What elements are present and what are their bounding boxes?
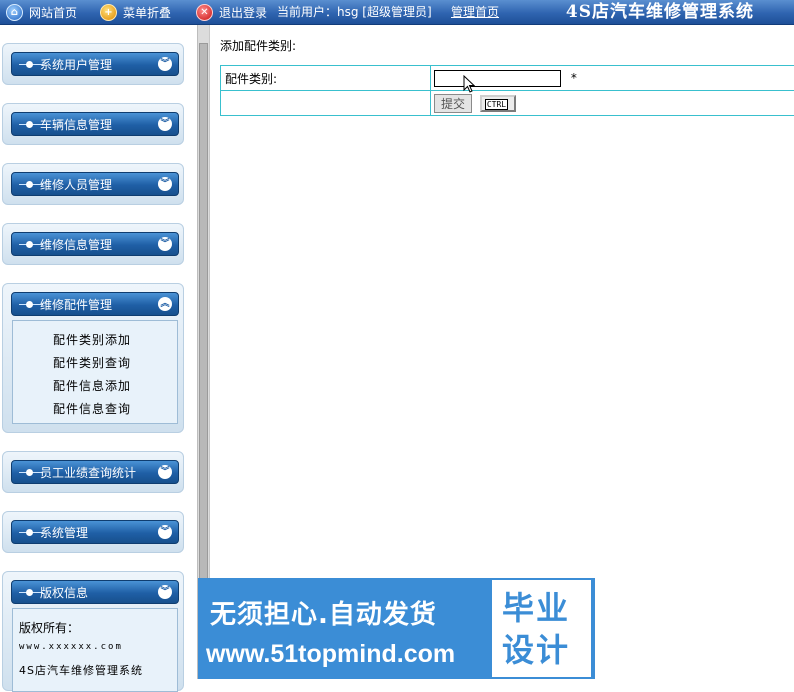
menu-item-add-part[interactable]: 配件信息添加 bbox=[53, 377, 131, 394]
top-bar: ⌂ 网站首页 + 菜单折叠 ✕ 退出登录 当前用户：hsg [超级管理员] 管理… bbox=[0, 0, 794, 25]
category-label: 配件类别: bbox=[221, 66, 431, 91]
copyright-url: www.xxxxxx.com bbox=[19, 642, 123, 652]
menu-group-copyright: 版权信息 ︾ 版权所有： www.xxxxxx.com 4S店汽车维修管理系统 bbox=[2, 571, 184, 691]
watermark-badge: 毕业 设计 bbox=[492, 580, 591, 677]
empty-cell bbox=[221, 91, 431, 116]
actions-cell: 提交 CTRL bbox=[431, 91, 794, 116]
menu-head-label: 员工业绩查询统计 bbox=[40, 465, 136, 481]
menu-head-vehicles[interactable]: 车辆信息管理 ︾ bbox=[11, 112, 179, 136]
page-title: 添加配件类别: bbox=[220, 37, 296, 54]
chevron-up-icon: ︽ bbox=[158, 297, 172, 311]
form-row-category: 配件类别: * bbox=[221, 66, 794, 91]
bullet-icon bbox=[26, 301, 33, 308]
form-row-actions: 提交 CTRL bbox=[221, 91, 794, 116]
bullet-icon bbox=[26, 241, 33, 248]
bullet-icon bbox=[26, 529, 33, 536]
watermark-banner: 无须担心.自动发货 www.51topmind.com 毕业 设计 bbox=[198, 578, 595, 679]
menu-head-repairs[interactable]: 维修信息管理 ︾ bbox=[11, 232, 179, 256]
bullet-icon bbox=[26, 61, 33, 68]
watermark-badge-line2: 设计 bbox=[502, 632, 570, 668]
required-mark: * bbox=[571, 71, 577, 85]
home-link-label: 网站首页 bbox=[29, 4, 77, 21]
copyright-label: 版权所有： bbox=[19, 619, 79, 636]
menu-item-query-category[interactable]: 配件类别查询 bbox=[53, 354, 131, 371]
category-input-cell: * bbox=[431, 66, 794, 91]
ctrl-key-icon: CTRL bbox=[485, 99, 508, 110]
home-link[interactable]: ⌂ 网站首页 bbox=[6, 3, 77, 21]
watermark-text-area: 无须担心.自动发货 www.51topmind.com bbox=[198, 578, 488, 679]
menu-body-parts: 配件类别添加 配件类别查询 配件信息添加 配件信息查询 bbox=[12, 320, 178, 424]
admin-home-link[interactable]: 管理首页 bbox=[451, 3, 499, 21]
bullet-icon bbox=[26, 589, 33, 596]
menu-head-label: 系统用户管理 bbox=[40, 57, 112, 73]
menu-head-staff[interactable]: 维修人员管理 ︾ bbox=[11, 172, 179, 196]
bullet-icon bbox=[26, 121, 33, 128]
chevron-down-icon: ︾ bbox=[158, 117, 172, 131]
menu-head-label: 系统管理 bbox=[40, 525, 88, 541]
menu-item-query-part[interactable]: 配件信息查询 bbox=[53, 400, 131, 417]
menu-head-label: 维修信息管理 bbox=[40, 237, 112, 253]
close-icon: ✕ bbox=[196, 4, 213, 21]
menu-head-parts[interactable]: 维修配件管理 ︽ bbox=[11, 292, 179, 316]
home-icon: ⌂ bbox=[6, 4, 23, 21]
menu-item-add-category[interactable]: 配件类别添加 bbox=[53, 331, 131, 348]
chevron-down-icon: ︾ bbox=[158, 525, 172, 539]
menu-head-performance[interactable]: 员工业绩查询统计 ︾ bbox=[11, 460, 179, 484]
sidebar: 系统用户管理 ︾ 车辆信息管理 ︾ 维修人员管理 ︾ 维修信息管理 ︾ 维修配件… bbox=[0, 25, 196, 679]
current-user: 当前用户：hsg [超级管理员] bbox=[277, 3, 432, 21]
submit-button[interactable]: 提交 bbox=[434, 94, 472, 113]
menu-group-repairs: 维修信息管理 ︾ bbox=[2, 223, 184, 265]
watermark-line1: 无须担心.自动发货 bbox=[210, 594, 437, 631]
menu-head-label: 车辆信息管理 bbox=[40, 117, 112, 133]
watermark-line2: www.51topmind.com bbox=[206, 640, 455, 669]
menu-group-performance: 员工业绩查询统计 ︾ bbox=[2, 451, 184, 493]
menu-group-staff: 维修人员管理 ︾ bbox=[2, 163, 184, 205]
menu-head-label: 版权信息 bbox=[40, 585, 88, 601]
logout-label: 退出登录 bbox=[219, 4, 267, 21]
menu-head-label: 维修人员管理 bbox=[40, 177, 112, 193]
menu-head-copyright[interactable]: 版权信息 ︾ bbox=[11, 580, 179, 604]
menu-group-system: 系统管理 ︾ bbox=[2, 511, 184, 553]
mouse-cursor-icon bbox=[463, 75, 475, 93]
category-form: 配件类别: * 提交 CTRL bbox=[220, 65, 794, 116]
menu-group-vehicles: 车辆信息管理 ︾ bbox=[2, 103, 184, 145]
scroll-thumb[interactable] bbox=[199, 43, 208, 599]
chevron-down-icon: ︾ bbox=[158, 177, 172, 191]
menu-head-label: 维修配件管理 bbox=[40, 297, 112, 313]
menu-head-system[interactable]: 系统管理 ︾ bbox=[11, 520, 179, 544]
menu-head-users[interactable]: 系统用户管理 ︾ bbox=[11, 52, 179, 76]
ctrl-enter-button[interactable]: CTRL bbox=[480, 95, 516, 112]
menu-group-users: 系统用户管理 ︾ bbox=[2, 43, 184, 85]
bullet-icon bbox=[26, 469, 33, 476]
logout-link[interactable]: ✕ 退出登录 bbox=[196, 3, 267, 21]
fold-menu-label: 菜单折叠 bbox=[123, 4, 171, 21]
system-title: 4S店汽车维修管理系统 bbox=[566, 1, 754, 23]
plus-icon: + bbox=[100, 4, 117, 21]
watermark-badge-line1: 毕业 bbox=[502, 590, 570, 626]
chevron-down-icon: ︾ bbox=[158, 237, 172, 251]
chevron-down-icon: ︾ bbox=[158, 585, 172, 599]
category-input[interactable] bbox=[434, 70, 561, 87]
copyright-system: 4S店汽车维修管理系统 bbox=[19, 662, 143, 678]
chevron-down-icon: ︾ bbox=[158, 57, 172, 71]
copyright-body: 版权所有： www.xxxxxx.com 4S店汽车维修管理系统 bbox=[12, 608, 178, 692]
fold-menu-link[interactable]: + 菜单折叠 bbox=[100, 3, 171, 21]
menu-group-parts: 维修配件管理 ︽ 配件类别添加 配件类别查询 配件信息添加 配件信息查询 bbox=[2, 283, 184, 433]
chevron-down-icon: ︾ bbox=[158, 465, 172, 479]
bullet-icon bbox=[26, 181, 33, 188]
